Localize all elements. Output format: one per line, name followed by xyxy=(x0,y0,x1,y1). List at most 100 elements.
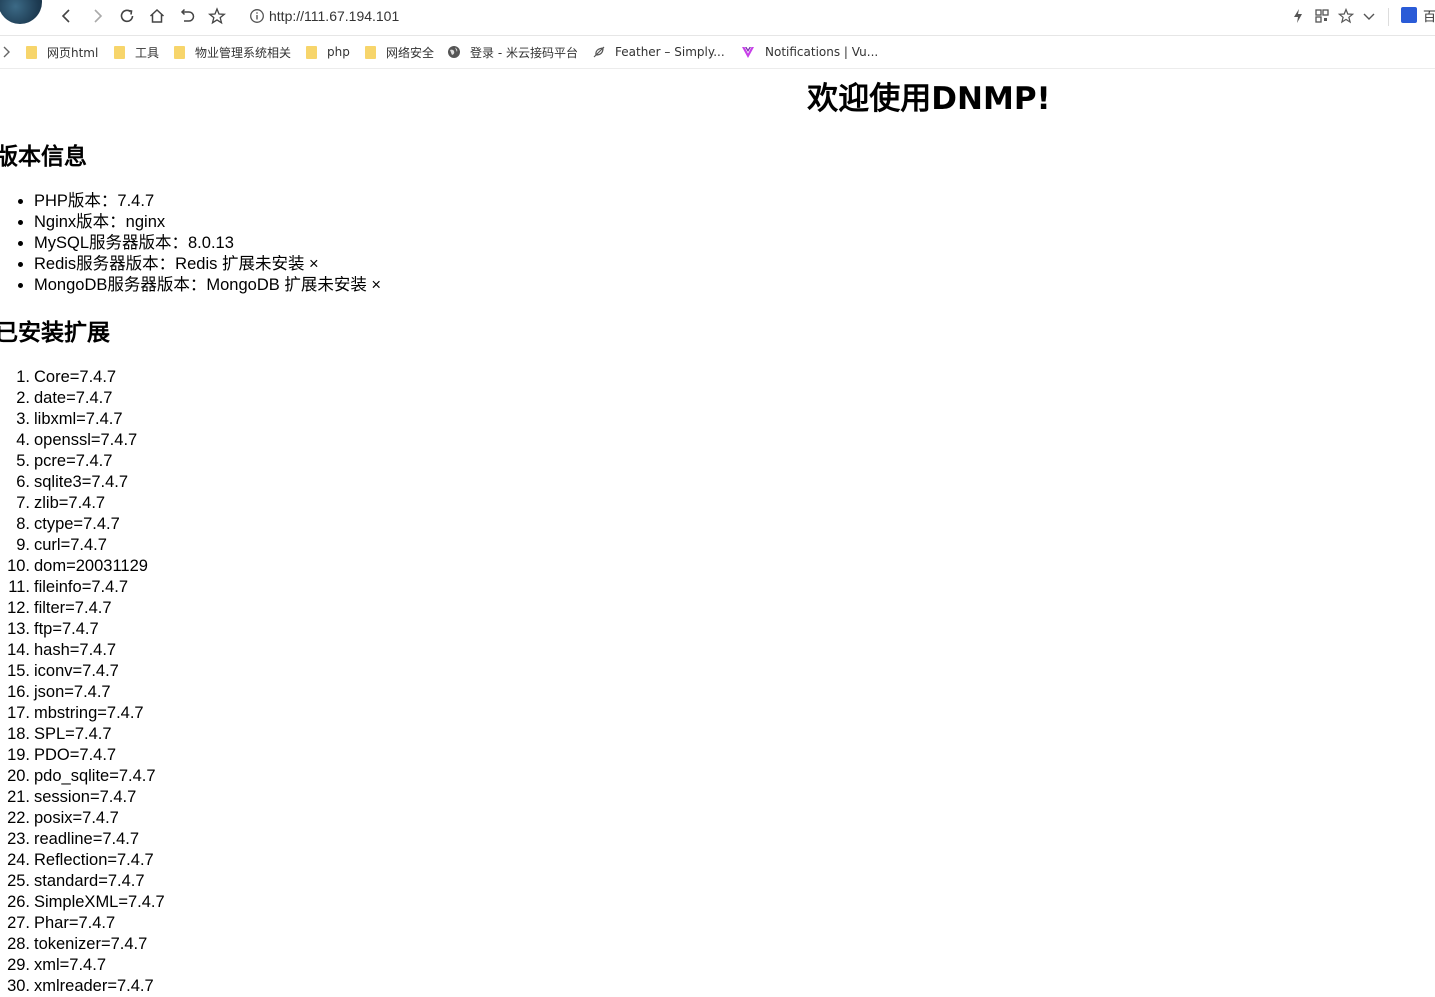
extension-label: xml=7.4.7 xyxy=(34,956,106,974)
extension-label: ftp=7.4.7 xyxy=(34,620,99,638)
list-item: 8. ctype=7.4.7 xyxy=(16,514,165,535)
toolbar-divider xyxy=(1388,8,1389,26)
lightning-icon[interactable] xyxy=(1287,5,1309,27)
extension-label: curl=7.4.7 xyxy=(34,536,107,554)
list-item-number: 15. xyxy=(7,662,30,680)
list-item: 7. zlib=7.4.7 xyxy=(16,493,165,514)
extension-label: fileinfo=7.4.7 xyxy=(34,578,129,596)
list-item-number: 11. xyxy=(8,578,30,596)
list-item-number: 23. xyxy=(7,830,30,848)
profile-avatar[interactable] xyxy=(0,0,42,24)
list-item: PHP版本：7.4.7 xyxy=(34,191,381,212)
extension-label: sqlite3=7.4.7 xyxy=(34,473,129,491)
bookmark-miyun[interactable]: 登录 - 米云接码平台 xyxy=(447,43,578,61)
list-item-number: 24. xyxy=(7,851,30,869)
list-item-number: 12. xyxy=(7,599,30,617)
list-item-number: 7. xyxy=(16,494,30,512)
list-item-number: 4. xyxy=(16,431,30,449)
folder-icon xyxy=(114,45,125,59)
extension-label: pdo_sqlite=7.4.7 xyxy=(34,767,156,785)
list-item-number: 10. xyxy=(7,557,30,575)
list-item: 5. pcre=7.4.7 xyxy=(16,451,165,472)
bookmark-star-icon[interactable] xyxy=(206,5,228,27)
list-item: 16. json=7.4.7 xyxy=(7,682,165,703)
bookmark-folder-property[interactable]: 物业管理系统相关 xyxy=(174,43,291,61)
back-icon[interactable] xyxy=(56,5,78,27)
extension-label: tokenizer=7.4.7 xyxy=(34,935,148,953)
list-item: 4. openssl=7.4.7 xyxy=(16,430,165,451)
bookmark-label: 物业管理系统相关 xyxy=(195,45,292,60)
folder-icon xyxy=(174,45,185,59)
feather-icon xyxy=(593,46,605,58)
list-item-number: 17. xyxy=(7,704,30,722)
extension-label: date=7.4.7 xyxy=(34,389,113,407)
extension-label: readline=7.4.7 xyxy=(34,830,140,848)
baidu-paw-icon[interactable] xyxy=(1401,7,1417,23)
list-item-number: 6. xyxy=(16,473,30,491)
vue-icon xyxy=(742,47,754,58)
list-item: MySQL服务器版本：8.0.13 xyxy=(34,233,381,254)
list-item: 20. pdo_sqlite=7.4.7 xyxy=(7,766,165,787)
bookmark-label: 网页html xyxy=(47,45,99,60)
list-item-number: 5. xyxy=(16,452,30,470)
list-item: 12. filter=7.4.7 xyxy=(7,598,165,619)
bookmark-folder-html[interactable]: 网页html xyxy=(26,43,98,61)
list-item-number: 18. xyxy=(7,725,30,743)
extensions-heading: 已安装扩展 xyxy=(0,320,110,346)
bookmark-label: Feather – Simply... xyxy=(615,45,725,59)
favorite-star-icon[interactable] xyxy=(1335,5,1357,27)
chevron-down-icon[interactable] xyxy=(1358,5,1380,27)
reload-icon[interactable] xyxy=(116,5,138,27)
bookmark-folder-security[interactable]: 网络安全 xyxy=(365,43,434,61)
extension-label: hash=7.4.7 xyxy=(34,641,117,659)
extension-label: SPL=7.4.7 xyxy=(34,725,112,743)
home-icon[interactable] xyxy=(146,5,168,27)
extension-label: posix=7.4.7 xyxy=(34,809,119,827)
list-item-number: 21. xyxy=(7,788,30,806)
bookmark-notifications[interactable]: Notifications | Vu... xyxy=(741,43,878,61)
list-item: 9. curl=7.4.7 xyxy=(16,535,165,556)
bookmark-label: php xyxy=(327,45,350,59)
list-item: 27. Phar=7.4.7 xyxy=(7,913,165,934)
bookmark-folder-php[interactable]: php xyxy=(306,43,350,61)
list-item-number: 30. xyxy=(7,977,30,995)
list-item: 3. libxml=7.4.7 xyxy=(16,409,165,430)
list-item: 22. posix=7.4.7 xyxy=(7,808,165,829)
forward-icon[interactable] xyxy=(86,5,108,27)
bookmark-feather[interactable]: Feather – Simply... xyxy=(592,43,725,61)
extension-label: iconv=7.4.7 xyxy=(34,662,119,680)
address-bar-url[interactable]: http://111.67.194.101 xyxy=(269,6,399,26)
list-item: 1. Core=7.4.7 xyxy=(16,367,165,388)
list-item-number: 28. xyxy=(7,935,30,953)
version-list: PHP版本：7.4.7 Nginx版本：nginx MySQL服务器版本：8.0… xyxy=(0,191,381,296)
extension-label: openssl=7.4.7 xyxy=(34,431,138,449)
extension-label: pcre=7.4.7 xyxy=(34,452,113,470)
chevron-right-icon[interactable] xyxy=(2,45,12,59)
list-item-number: 8. xyxy=(16,515,30,533)
list-item-number: 20. xyxy=(7,767,30,785)
list-item: 17. mbstring=7.4.7 xyxy=(7,703,165,724)
page-title: 欢迎使用DNMP! xyxy=(807,81,1051,117)
list-item: 6. sqlite3=7.4.7 xyxy=(16,472,165,493)
extension-label: session=7.4.7 xyxy=(34,788,137,806)
list-item: 25. standard=7.4.7 xyxy=(7,871,165,892)
folder-icon xyxy=(306,45,317,59)
list-item-number: 25. xyxy=(7,872,30,890)
list-item-number: 19. xyxy=(7,746,30,764)
list-item-number: 27. xyxy=(7,914,30,932)
qr-code-icon[interactable] xyxy=(1311,5,1333,27)
version-heading: 版本信息 xyxy=(0,144,87,170)
list-item: MongoDB服务器版本：MongoDB 扩展未安装 × xyxy=(34,275,381,296)
list-item-number: 2. xyxy=(16,389,30,407)
list-item-number: 1. xyxy=(16,368,30,386)
extension-label: filter=7.4.7 xyxy=(34,599,112,617)
undo-icon[interactable] xyxy=(176,5,198,27)
bookmark-label: 网络安全 xyxy=(386,45,435,60)
extensions-list: 1. Core=7.4.7 2. date=7.4.7 3. libxml=7.4.7 4.… xyxy=(0,367,165,997)
list-item-number: 29. xyxy=(7,956,30,974)
site-info-icon[interactable] xyxy=(249,8,265,24)
bookmark-folder-tools[interactable]: 工具 xyxy=(114,43,159,61)
globe-icon xyxy=(448,46,460,58)
search-engine-label: 百 xyxy=(1423,10,1435,25)
folder-icon xyxy=(26,45,37,59)
